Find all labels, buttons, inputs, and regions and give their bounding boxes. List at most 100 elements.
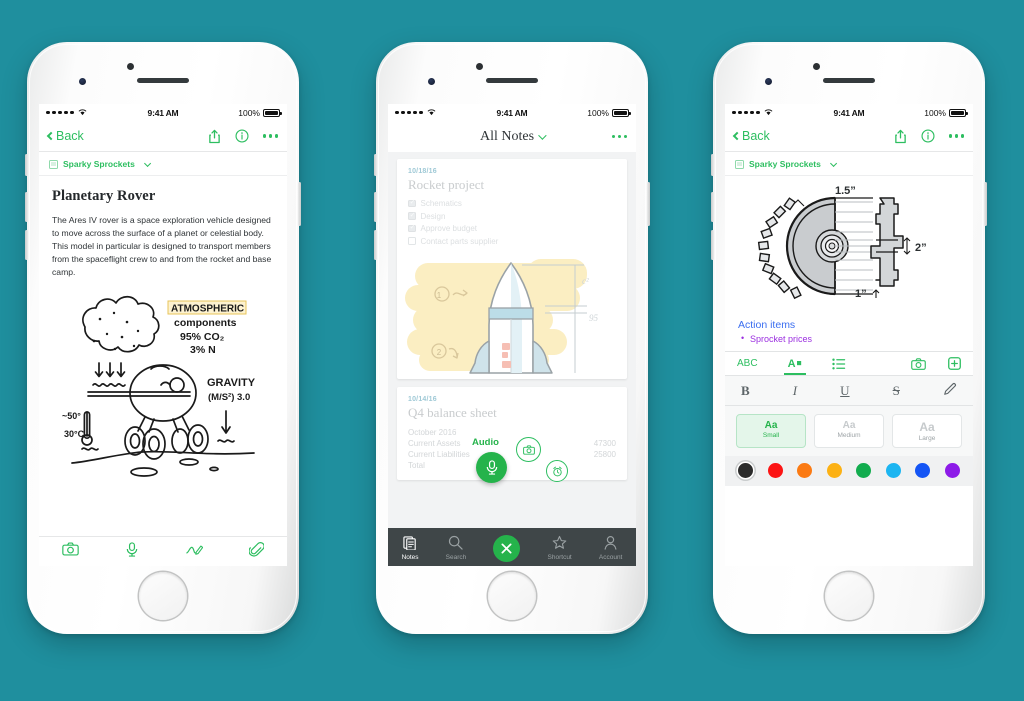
- share-icon[interactable]: [894, 129, 907, 144]
- tab-shortcut[interactable]: Shortcut: [548, 535, 572, 561]
- checkbox-checked-icon[interactable]: [408, 211, 416, 220]
- sketch-label-gravity: GRAVITY: [207, 377, 256, 389]
- microphone-icon[interactable]: [125, 541, 139, 562]
- star-icon: [552, 535, 567, 552]
- tab-notes[interactable]: Notes: [402, 535, 419, 561]
- share-icon[interactable]: [208, 129, 221, 144]
- more-icon[interactable]: [262, 134, 278, 138]
- italic-button[interactable]: I: [793, 383, 797, 399]
- notebook-selector[interactable]: Sparky Sprockets: [39, 152, 287, 176]
- home-button[interactable]: [139, 572, 187, 620]
- notebook-name: Sparky Sprockets: [63, 159, 135, 169]
- phone-2: 9:41 AM 100% All Notes 10/18/16 Rocket p…: [374, 42, 650, 634]
- microphone-icon[interactable]: [476, 452, 507, 483]
- all-notes-label: All Notes: [479, 128, 535, 144]
- handwriting-icon[interactable]: [185, 542, 203, 562]
- note-title: Planetary Rover: [52, 188, 156, 204]
- power-button[interactable]: [647, 182, 650, 226]
- svg-text:95: 95: [589, 313, 599, 323]
- battery-icon: [263, 108, 282, 117]
- checkbox-unchecked-icon[interactable]: [408, 237, 416, 245]
- mute-switch[interactable]: [711, 154, 714, 176]
- power-button[interactable]: [984, 182, 987, 226]
- camera-icon[interactable]: [62, 542, 79, 561]
- notebook-title-button[interactable]: All Notes: [388, 129, 636, 145]
- chevron-down-icon: [829, 159, 837, 167]
- note-content[interactable]: Planetary Rover The Ares IV rover is a s…: [39, 176, 287, 492]
- paperclip-icon[interactable]: [248, 541, 265, 562]
- note-card-q4-balance-sheet[interactable]: 10/14/16 Q4 balance sheet October 2016 C…: [397, 386, 627, 480]
- sketch-label-temp-bottom: 30°C: [64, 429, 85, 439]
- note-card-rocket-project[interactable]: 10/18/16 Rocket project Schematics Desig…: [397, 159, 627, 379]
- checklist-item[interactable]: Approve budget: [408, 223, 616, 233]
- bold-button[interactable]: B: [741, 383, 750, 399]
- highlighter-icon[interactable]: [943, 382, 957, 400]
- checkbox-checked-icon[interactable]: [408, 223, 416, 233]
- notebook-name: Sparky Sprockets: [749, 159, 821, 169]
- back-button[interactable]: Back: [732, 129, 770, 143]
- color-swatch-black[interactable]: [738, 463, 753, 478]
- color-swatch-amber[interactable]: [826, 463, 842, 478]
- more-icon[interactable]: [948, 134, 964, 138]
- checklist-item[interactable]: Contact parts supplier: [408, 237, 616, 246]
- tab-account[interactable]: Account: [599, 535, 622, 561]
- spellcheck-icon[interactable]: ABC: [737, 352, 758, 375]
- font-size-small-button[interactable]: Aa Small: [736, 414, 806, 448]
- home-button[interactable]: [488, 572, 536, 620]
- list-icon[interactable]: [831, 352, 846, 375]
- checklist-item[interactable]: Schematics: [408, 198, 616, 208]
- volume-down-button[interactable]: [374, 230, 377, 260]
- underline-button[interactable]: U: [840, 383, 849, 399]
- color-swatch-blue[interactable]: [915, 463, 931, 478]
- plus-box-icon[interactable]: [948, 352, 961, 375]
- action-items-block[interactable]: Action items Sprocket prices: [725, 315, 973, 351]
- color-swatch-red[interactable]: [767, 463, 783, 478]
- phone-3: 9:41 AM 100% Back Sparky Sprockets 1.5” …: [711, 42, 987, 634]
- volume-down-button[interactable]: [25, 230, 28, 260]
- color-swatch-light-blue[interactable]: [885, 463, 901, 478]
- mute-switch[interactable]: [374, 154, 377, 176]
- notes-icon: [402, 535, 418, 552]
- more-icon[interactable]: [611, 134, 627, 139]
- camera-icon[interactable]: [516, 437, 541, 462]
- chevron-left-icon: [732, 131, 742, 141]
- volume-down-button[interactable]: [711, 230, 714, 260]
- balance-row: Total: [408, 460, 616, 471]
- front-camera: [476, 63, 483, 70]
- checkbox-checked-icon[interactable]: [408, 198, 416, 208]
- color-swatch-purple[interactable]: [944, 463, 960, 478]
- tab-search[interactable]: Search: [446, 535, 466, 561]
- checklist-item[interactable]: Design: [408, 211, 616, 221]
- info-icon[interactable]: [234, 129, 249, 143]
- mute-switch[interactable]: [25, 154, 28, 176]
- notes-list[interactable]: 10/18/16 Rocket project Schematics Desig…: [388, 152, 636, 528]
- font-size-medium-button[interactable]: Aa Medium: [814, 414, 884, 448]
- color-swatch-green[interactable]: [856, 463, 872, 478]
- text-style-icon[interactable]: A: [783, 352, 806, 375]
- volume-up-button[interactable]: [711, 192, 714, 222]
- alarm-icon[interactable]: [546, 460, 568, 482]
- close-icon[interactable]: [493, 534, 521, 562]
- proximity-sensor: [765, 78, 772, 85]
- rover-sketch: ATMOSPHERIC components 95% CO₂ 3% N GRAV…: [52, 289, 274, 492]
- nav-bar: Back: [39, 121, 287, 152]
- strikethrough-button[interactable]: S: [893, 383, 900, 399]
- home-button[interactable]: [825, 572, 873, 620]
- color-swatch-orange[interactable]: [797, 463, 813, 478]
- volume-up-button[interactable]: [25, 192, 28, 222]
- fab-camera[interactable]: [516, 437, 541, 462]
- phone-1: 9:41 AM 100% Back Sparky Sprockets Plane…: [25, 42, 301, 634]
- power-button[interactable]: [298, 182, 301, 226]
- info-icon[interactable]: [920, 129, 935, 143]
- font-size-large-button[interactable]: Aa Large: [892, 414, 962, 448]
- fab-audio[interactable]: [476, 452, 507, 483]
- rocket-sketch: c² 95 1 2: [397, 251, 627, 379]
- back-button[interactable]: Back: [46, 129, 84, 143]
- battery-area: 100%: [587, 108, 631, 118]
- size-aa-label: Aa: [764, 420, 778, 431]
- notebook-selector[interactable]: Sparky Sprockets: [725, 152, 973, 176]
- volume-up-button[interactable]: [374, 192, 377, 222]
- status-bar: 9:41 AM 100%: [39, 104, 287, 121]
- fab-reminder[interactable]: [546, 460, 568, 482]
- camera-icon[interactable]: [911, 352, 926, 375]
